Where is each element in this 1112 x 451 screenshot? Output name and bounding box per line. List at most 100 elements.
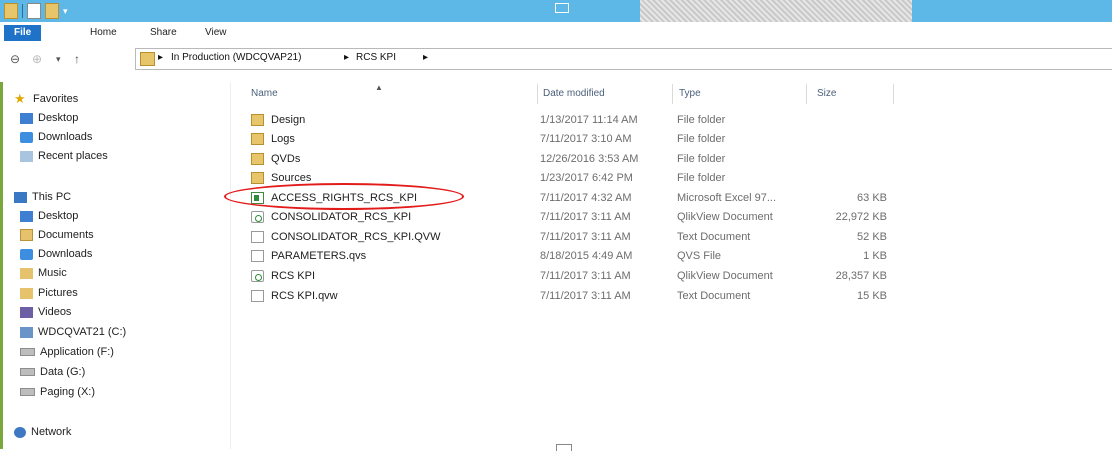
breadcrumb-current-folder[interactable]: RCS KPI: [356, 52, 396, 63]
folder-icon: [140, 52, 155, 66]
file-type: File folder: [677, 133, 726, 145]
sidebar-item-label: Pictures: [38, 287, 78, 299]
file-row[interactable]: RCS KPI.qvw 7/11/2017 3:11 AM Text Docum…: [247, 287, 887, 306]
file-date-modified: 7/11/2017 3:11 AM: [540, 211, 631, 223]
sidebar-item-desktop[interactable]: Desktop: [20, 207, 78, 225]
sidebar-item-label: Paging (X:): [40, 386, 96, 398]
column-header-name[interactable]: Name: [251, 88, 278, 99]
sort-ascending-icon: ▲: [375, 83, 383, 92]
new-folder-icon[interactable]: [45, 3, 59, 19]
file-name: Sources: [271, 172, 312, 184]
file-size: 63 KB: [857, 192, 887, 204]
downloads-icon: [20, 131, 33, 143]
up-icon[interactable]: ↑: [74, 52, 80, 66]
scroll-indicator: [556, 444, 572, 451]
sidebar-item-network[interactable]: Network: [14, 423, 71, 441]
file-row[interactable]: QVDs 12/26/2016 3:53 AM File folder: [247, 150, 887, 169]
sidebar-item-documents[interactable]: Documents: [20, 226, 94, 244]
column-divider[interactable]: [672, 84, 673, 104]
file-row[interactable]: CONSOLIDATOR_RCS_KPI.QVW 7/11/2017 3:11 …: [247, 228, 887, 247]
file-name: RCS KPI.qvw: [271, 290, 338, 302]
properties-icon[interactable]: [27, 3, 41, 19]
back-icon[interactable]: ⊖: [10, 52, 20, 66]
maximize-icon[interactable]: [555, 3, 569, 13]
sidebar-item-label: Recent places: [38, 150, 108, 162]
file-type: File folder: [677, 114, 726, 126]
address-bar[interactable]: ▸ In Production (WDCQVAP21) ▸ RCS KPI ▸: [135, 48, 1112, 70]
sidebar-item-this-pc[interactable]: This PC: [14, 188, 71, 206]
qlikview-icon: [251, 270, 264, 282]
network-icon: [14, 426, 26, 438]
forward-icon[interactable]: ⊕: [32, 52, 42, 66]
column-divider[interactable]: [537, 84, 538, 104]
file-name: PARAMETERS.qvs: [271, 250, 367, 262]
file-type: Microsoft Excel 97...: [677, 192, 777, 204]
sidebar-item-videos[interactable]: Videos: [20, 303, 71, 321]
recent-locations-icon[interactable]: ▾: [56, 54, 61, 65]
sidebar-item-drive-c[interactable]: WDCQVAT21 (C:): [20, 323, 126, 341]
sidebar-item-downloads[interactable]: Downloads: [20, 128, 92, 146]
file-size: 22,972 KB: [835, 211, 887, 223]
sidebar-item-label: Downloads: [38, 131, 93, 143]
column-header-date-modified[interactable]: Date modified: [543, 88, 605, 99]
column-header-type[interactable]: Type: [679, 88, 701, 99]
file-name: CONSOLIDATOR_RCS_KPI: [271, 211, 412, 223]
column-header-size[interactable]: Size: [817, 88, 836, 99]
hard-drive-icon: [20, 388, 35, 396]
file-size: 15 KB: [857, 290, 887, 302]
file-date-modified: 7/11/2017 4:32 AM: [540, 192, 632, 204]
sidebar-item-label: Application (F:): [40, 346, 114, 358]
breadcrumb-separator: ▸: [344, 52, 350, 63]
text-document-icon: [251, 231, 264, 243]
folder-icon[interactable]: [4, 3, 18, 19]
file-size: 52 KB: [857, 231, 887, 243]
star-icon: ★: [14, 91, 26, 106]
quick-access-toolbar: ▾: [4, 3, 68, 19]
breadcrumb-server[interactable]: In Production (WDCQVAP21): [171, 52, 301, 63]
folder-icon: [251, 172, 264, 184]
sidebar-item-desktop[interactable]: Desktop: [20, 109, 78, 127]
file-date-modified: 8/18/2015 4:49 AM: [540, 250, 633, 262]
sidebar-item-recent-places[interactable]: Recent places: [20, 147, 108, 165]
file-date-modified: 7/11/2017 3:10 AM: [540, 133, 632, 145]
window-edge: [0, 82, 3, 449]
recent-places-icon: [20, 150, 33, 162]
tab-share[interactable]: Share: [140, 25, 187, 41]
sidebar-item-drive-f[interactable]: Application (F:): [20, 343, 114, 361]
file-row[interactable]: Logs 7/11/2017 3:10 AM File folder: [247, 130, 887, 149]
sidebar-item-music[interactable]: Music: [20, 264, 67, 282]
navigation-bar: ⊖ ⊕ ▾ ↑ ▸ In Production (WDCQVAP21) ▸ RC…: [0, 44, 1112, 74]
sidebar-item-label: Documents: [38, 229, 94, 241]
folder-icon: [251, 133, 264, 145]
sidebar-item-pictures[interactable]: Pictures: [20, 284, 78, 302]
sidebar-item-drive-x[interactable]: Paging (X:): [20, 383, 95, 401]
tab-file[interactable]: File: [4, 25, 42, 41]
sidebar-item-drive-g[interactable]: Data (G:): [20, 363, 85, 381]
sidebar-item-downloads[interactable]: Downloads: [20, 245, 92, 263]
tab-view[interactable]: View: [195, 25, 237, 41]
desktop-icon: [20, 210, 33, 222]
file-row[interactable]: Design 1/13/2017 11:14 AM File folder: [247, 111, 887, 130]
breadcrumb-separator: ▸: [158, 52, 164, 63]
file-date-modified: 1/23/2017 6:42 PM: [540, 172, 633, 184]
title-bar: ▾: [0, 0, 1112, 22]
hard-drive-icon: [20, 348, 35, 356]
tab-home[interactable]: Home: [80, 25, 127, 41]
file-type: File folder: [677, 153, 726, 165]
sidebar-item-label: Music: [38, 267, 67, 279]
file-name: CONSOLIDATOR_RCS_KPI.QVW: [271, 231, 441, 243]
file-size: 28,357 KB: [835, 270, 887, 282]
file-name: Logs: [271, 133, 295, 145]
ribbon-tabs: File Home Share View: [0, 22, 1112, 45]
file-name: RCS KPI: [271, 270, 316, 282]
sidebar-item-label: Data (G:): [40, 366, 86, 378]
file-row[interactable]: PARAMETERS.qvs 8/18/2015 4:49 AM QVS Fil…: [247, 247, 887, 266]
column-divider[interactable]: [806, 84, 807, 104]
column-divider[interactable]: [893, 84, 894, 104]
sidebar-item-favorites[interactable]: ★ Favorites: [14, 90, 78, 108]
music-icon: [20, 267, 33, 279]
file-row[interactable]: CONSOLIDATOR_RCS_KPI 7/11/2017 3:11 AM Q…: [247, 208, 887, 227]
navigation-pane: ★ Favorites Desktop Downloads Recent pla…: [0, 82, 231, 449]
file-row[interactable]: RCS KPI 7/11/2017 3:11 AM QlikView Docum…: [247, 267, 887, 286]
chevron-down-icon[interactable]: ▾: [63, 6, 68, 17]
